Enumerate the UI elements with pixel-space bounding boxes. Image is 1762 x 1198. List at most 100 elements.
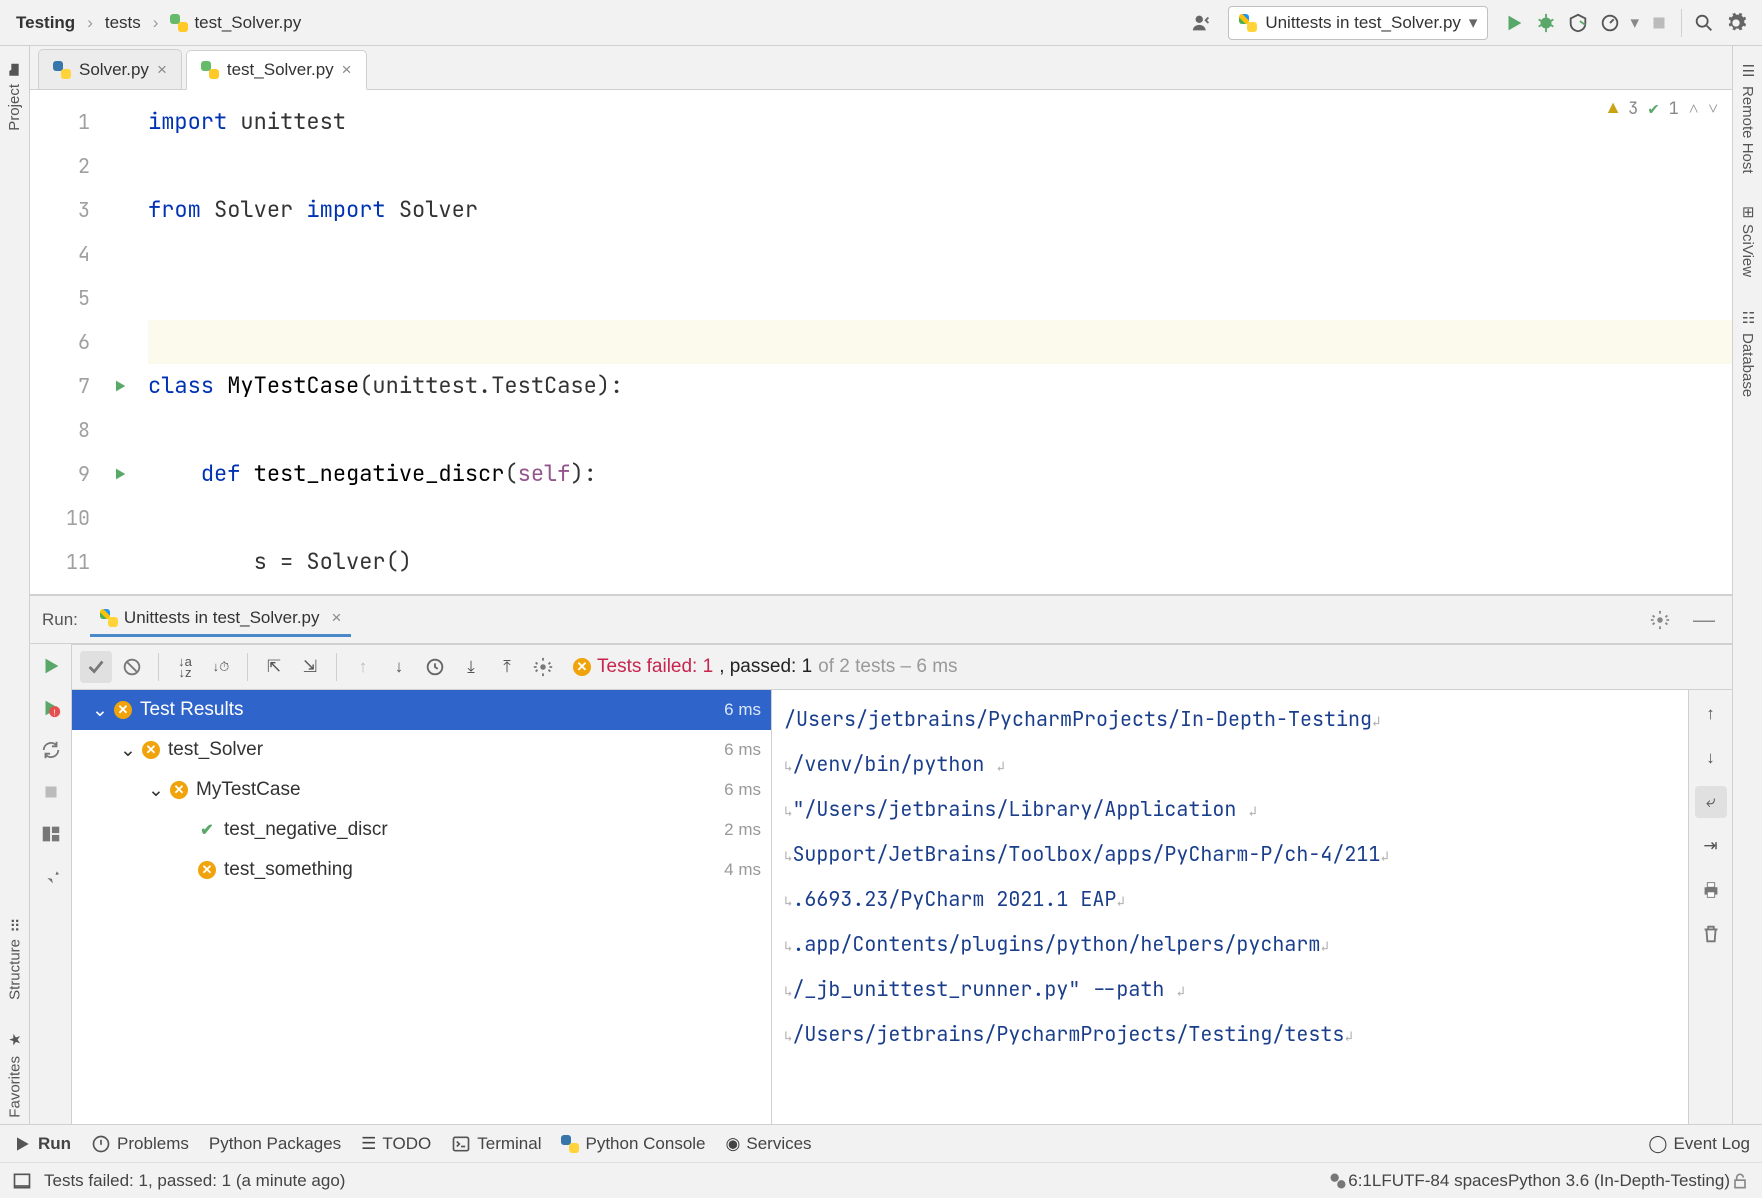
event-log-tool-tab[interactable]: ◯Event Log	[1648, 1134, 1750, 1154]
rerun-button[interactable]	[35, 650, 67, 682]
soft-wrap-button[interactable]: ⤶	[1695, 786, 1727, 818]
fail-icon: ✕	[170, 781, 188, 799]
status-message: Tests failed: 1, passed: 1 (a minute ago…	[44, 1171, 345, 1191]
problems-tool-tab[interactable]: Problems	[91, 1134, 189, 1154]
coverage-button[interactable]	[1562, 7, 1594, 39]
fail-icon: ✕	[573, 658, 591, 676]
sort-by-duration-button[interactable]: ↓⏱	[205, 651, 237, 683]
python-test-file-icon	[170, 14, 188, 32]
inspection-widget[interactable]: ▲3 ✔1 ˄ ˅	[1608, 98, 1718, 120]
editor-tabs: Solver.py × test_Solver.py ×	[30, 46, 1732, 90]
show-passed-button[interactable]	[80, 651, 112, 683]
run-line-icon[interactable]	[112, 466, 128, 482]
clear-button[interactable]	[1695, 918, 1727, 950]
stop-button[interactable]	[35, 776, 67, 808]
background-tasks-icon[interactable]	[1328, 1171, 1348, 1191]
indent-settings[interactable]: 4 spaces	[1440, 1171, 1508, 1191]
status-bar: Tests failed: 1, passed: 1 (a minute ago…	[0, 1162, 1762, 1198]
services-tool-tab[interactable]: ◉Services	[726, 1134, 812, 1154]
test-tree-row[interactable]: ✔test_negative_discr2 ms	[72, 810, 771, 850]
layout-button[interactable]	[35, 818, 67, 850]
test-tree-row[interactable]: ✕test_something4 ms	[72, 850, 771, 890]
run-tab[interactable]: Unittests in test_Solver.py ×	[90, 602, 352, 637]
terminal-tool-tab[interactable]: Terminal	[451, 1134, 541, 1154]
debug-button[interactable]	[1530, 7, 1562, 39]
remote-host-tool-button[interactable]: ☰Remote Host	[1739, 56, 1757, 180]
test-tree-row[interactable]: ⌄✕MyTestCase6 ms	[72, 770, 771, 810]
python-interpreter[interactable]: Python 3.6 (In-Depth-Testing)	[1508, 1171, 1730, 1191]
pin-button[interactable]	[35, 860, 67, 892]
test-tree[interactable]: ⌄✕Test Results6 ms⌄✕test_Solver6 ms⌄✕MyT…	[72, 690, 772, 1124]
structure-tool-button[interactable]: Structure ⠿	[6, 916, 24, 1006]
test-settings-button[interactable]	[527, 651, 559, 683]
print-button[interactable]	[1695, 874, 1727, 906]
stop-button[interactable]	[1643, 7, 1675, 39]
file-encoding[interactable]: UTF-8	[1392, 1171, 1440, 1191]
test-status-summary: ✕ Tests failed: 1, passed: 1 of 2 tests …	[573, 656, 958, 678]
add-configuration-user-icon[interactable]	[1186, 7, 1218, 39]
main-toolbar: Testing › tests › test_Solver.py Unittes…	[0, 0, 1762, 46]
close-icon[interactable]: ×	[332, 608, 342, 628]
tool-window-toggle-icon[interactable]	[12, 1171, 32, 1191]
close-tab-icon[interactable]: ×	[342, 60, 352, 80]
next-highlight-icon[interactable]: ˅	[1708, 98, 1718, 120]
run-configuration-selector[interactable]: Unittests in test_Solver.py ▾	[1228, 6, 1488, 40]
svg-text:!: !	[53, 708, 55, 717]
sciview-tool-button[interactable]: ⊞SciView	[1739, 200, 1757, 284]
run-button[interactable]	[1498, 7, 1530, 39]
scroll-to-end-button[interactable]: ⇥	[1695, 830, 1727, 862]
close-tab-icon[interactable]: ×	[157, 60, 167, 80]
breadcrumb-folder[interactable]: tests	[99, 11, 147, 35]
scroll-up-button[interactable]: ↑	[1695, 698, 1727, 730]
chevron-right-icon: ›	[87, 13, 93, 33]
favorites-tool-button[interactable]: Favorites ★	[6, 1026, 24, 1124]
code-content[interactable]: import unittest from Solver import Solve…	[140, 90, 1732, 594]
python-console-tool-tab[interactable]: Python Console	[561, 1134, 705, 1154]
run-configurations-icon	[100, 609, 118, 627]
expand-icon[interactable]: ⌄	[92, 699, 106, 722]
expand-icon[interactable]: ⌄	[120, 739, 134, 762]
run-tool-tab[interactable]: Run	[12, 1134, 71, 1154]
python-test-file-icon	[201, 61, 219, 79]
collapse-all-button[interactable]: ⇲	[294, 651, 326, 683]
line-separator[interactable]: LF	[1372, 1171, 1392, 1191]
tool-settings-icon[interactable]	[1644, 604, 1676, 636]
right-tool-rail: ☰Remote Host ⊞SciView ☷Database	[1732, 46, 1762, 1124]
warning-icon: ▲	[1608, 98, 1618, 120]
search-everywhere-button[interactable]	[1688, 7, 1720, 39]
code-editor[interactable]: 1234567891011 import unittest from Solve…	[30, 90, 1732, 595]
breadcrumb-file[interactable]: test_Solver.py	[164, 11, 307, 35]
python-packages-tool-tab[interactable]: Python Packages	[209, 1134, 341, 1154]
hide-tool-window-icon[interactable]: —	[1688, 604, 1720, 636]
test-tree-row[interactable]: ⌄✕Test Results6 ms	[72, 690, 771, 730]
rerun-failed-button[interactable]: !	[35, 692, 67, 724]
test-tree-row[interactable]: ⌄✕test_Solver6 ms	[72, 730, 771, 770]
run-left-toolbar: !	[30, 644, 72, 1124]
prev-highlight-icon[interactable]: ˄	[1689, 98, 1699, 120]
database-tool-button[interactable]: ☷Database	[1739, 303, 1757, 403]
import-tests-button[interactable]: ⤓	[455, 651, 487, 683]
next-failed-button[interactable]: ↓	[383, 651, 415, 683]
prev-failed-button[interactable]: ↑	[347, 651, 379, 683]
editor-tab-test-solver[interactable]: test_Solver.py ×	[186, 50, 367, 90]
sort-alphabetically-button[interactable]: ↓a↓z	[169, 651, 201, 683]
scroll-down-button[interactable]: ↓	[1695, 742, 1727, 774]
caret-position[interactable]: 6:1	[1348, 1171, 1372, 1191]
chevron-down-icon[interactable]: ▾	[1626, 13, 1643, 33]
run-line-icon[interactable]	[112, 378, 128, 394]
run-label: Run:	[42, 610, 78, 630]
test-history-button[interactable]	[419, 651, 451, 683]
editor-tab-solver[interactable]: Solver.py ×	[38, 49, 182, 89]
lock-icon[interactable]	[1730, 1171, 1750, 1191]
show-ignored-button[interactable]	[116, 651, 148, 683]
profile-button[interactable]	[1594, 7, 1626, 39]
toggle-auto-test-button[interactable]	[35, 734, 67, 766]
expand-icon[interactable]: ⌄	[148, 779, 162, 802]
project-tool-button[interactable]: Project	[6, 56, 23, 137]
breadcrumb-root[interactable]: Testing	[10, 11, 81, 35]
todo-tool-tab[interactable]: ☰TODO	[361, 1134, 431, 1154]
export-tests-button[interactable]: ⤒	[491, 651, 523, 683]
test-console[interactable]: /Users/jetbrains/PycharmProjects/In-Dept…	[772, 690, 1688, 1124]
settings-button[interactable]	[1720, 7, 1752, 39]
expand-all-button[interactable]: ⇱	[258, 651, 290, 683]
